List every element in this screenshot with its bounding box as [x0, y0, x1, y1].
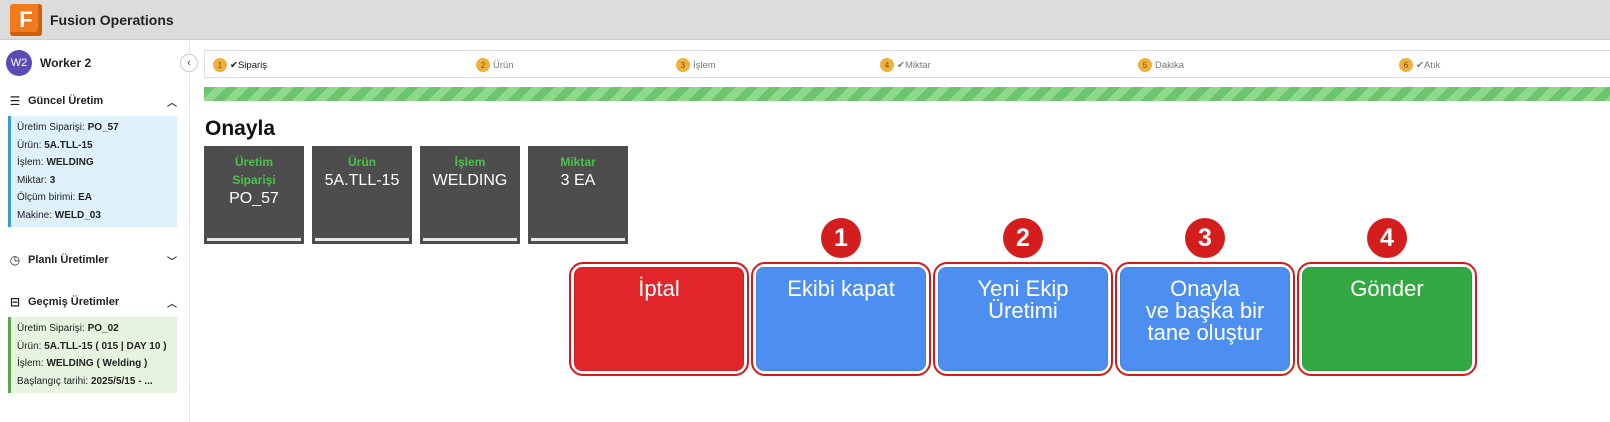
info-line: İşlem: WELDING — [17, 157, 94, 168]
step-quantity[interactable]: 4 ✔ Miktar — [880, 58, 931, 72]
card-label: Üretim Siparişi — [232, 155, 276, 187]
card-value: 5A.TLL-15 — [324, 172, 400, 189]
card-production-order: Üretim Siparişi PO_57 — [204, 146, 304, 244]
clock-icon: ◷ — [9, 253, 21, 267]
action-confirm-another: 3 Onayla ve başka bir tane oluştur — [1115, 218, 1295, 376]
card-value: WELDING — [432, 172, 508, 189]
info-line: Üretim Siparişi: PO_02 — [17, 323, 119, 334]
card-underline — [207, 238, 301, 241]
submit-button[interactable]: Gönder — [1302, 267, 1472, 371]
current-production-info: Üretim Siparişi: PO_57 Ürün: 5A.TLL-15 İ… — [8, 116, 177, 227]
new-team-production-button[interactable]: Yeni Ekip Üretimi — [938, 267, 1108, 371]
step-scrap[interactable]: 6 ✔ Atık — [1399, 58, 1440, 72]
card-quantity: Miktar 3 EA — [528, 146, 628, 244]
check-icon: ✔ — [1416, 59, 1424, 71]
app-header: F Fusion Operations — [0, 0, 1610, 40]
step-label: Sipariş — [237, 59, 268, 71]
action-cancel: İptal — [569, 262, 749, 376]
step-badge: 2 — [1003, 218, 1043, 258]
action-new-team: 2 Yeni Ekip Üretimi — [933, 218, 1113, 376]
section-planned-productions[interactable]: ◷ Planlı Üretimler ﹀ — [0, 249, 189, 271]
sidebar: W2 Worker 2 ☰ Güncel Üretim ︿ Üretim Sip… — [0, 40, 190, 422]
step-label: İşlem — [693, 59, 716, 71]
info-line: İşlem: WELDING ( Welding ) — [17, 358, 148, 369]
step-order[interactable]: 1 ✔ Sipariş — [213, 58, 267, 72]
card-value: 3 EA — [560, 172, 596, 189]
step-operation[interactable]: 3 İşlem — [676, 58, 716, 72]
card-underline — [423, 238, 517, 241]
step-number: 1 — [213, 58, 227, 72]
step-number: 4 — [880, 58, 894, 72]
info-line: Ürün: 5A.TLL-15 ( 015 | DAY 10 ) — [17, 340, 167, 352]
user-name: Worker 2 — [40, 56, 92, 70]
step-product[interactable]: 2 Ürün — [476, 58, 514, 72]
step-badge: 1 — [821, 218, 861, 258]
card-label: Ürün — [348, 155, 376, 169]
card-underline — [531, 238, 625, 241]
summary-cards: Üretim Siparişi PO_57 Ürün 5A.TLL-15 İşl… — [204, 146, 628, 244]
action-submit: 4 Gönder — [1297, 218, 1477, 376]
info-line: Ürün: 5A.TLL-15 — [17, 139, 93, 151]
card-operation: İşlem WELDING — [420, 146, 520, 244]
info-line: Başlangıç tarihi: 2025/5/15 - ... — [17, 375, 153, 387]
step-label: Miktar — [904, 59, 931, 71]
logo-letter: F — [19, 6, 33, 32]
step-number: 6 — [1399, 58, 1413, 72]
step-minutes[interactable]: 5 Dakika — [1138, 58, 1184, 72]
card-underline — [315, 238, 409, 241]
close-team-button[interactable]: Ekibi kapat — [756, 267, 926, 371]
page-title: Onayla — [205, 117, 276, 140]
app-logo: F — [10, 3, 42, 36]
sidebar-collapse-button[interactable]: ‹ — [180, 54, 198, 72]
user-profile[interactable]: W2 Worker 2 — [0, 40, 189, 86]
chevron-up-icon[interactable]: ︿ — [167, 94, 177, 109]
step-label: Atık — [1423, 59, 1441, 71]
check-icon: ✔ — [230, 59, 238, 71]
step-label: Ürün — [493, 59, 514, 71]
past-production-info[interactable]: Üretim Siparişi: PO_02 Ürün: 5A.TLL-15 (… — [8, 317, 177, 393]
card-label: Miktar — [560, 155, 596, 169]
step-badge: 3 — [1185, 218, 1225, 258]
step-number: 2 — [476, 58, 490, 72]
avatar: W2 — [6, 50, 32, 76]
archive-icon: ⊟ — [9, 295, 21, 309]
step-number: 5 — [1138, 58, 1152, 72]
info-line: Makine: WELD_03 — [17, 209, 101, 221]
step-number: 3 — [676, 58, 690, 72]
section-title: Geçmiş Üretimler — [28, 296, 120, 308]
card-value: PO_57 — [229, 190, 279, 207]
info-line: Üretim Siparişi: PO_57 — [17, 122, 119, 133]
section-current-production[interactable]: ☰ Güncel Üretim ︿ — [0, 90, 189, 112]
step-progress-bar: 1 ✔ Sipariş 2 Ürün 3 İşlem 4 ✔ Miktar 5 … — [204, 50, 1610, 78]
section-title: Planlı Üretimler — [28, 254, 109, 266]
progress-stripe — [204, 87, 1610, 101]
menu-icon: ☰ — [9, 94, 21, 108]
card-product: Ürün 5A.TLL-15 — [312, 146, 412, 244]
check-icon: ✔ — [897, 59, 905, 71]
app-title: Fusion Operations — [50, 11, 174, 28]
step-label: Dakika — [1155, 59, 1185, 71]
info-line: Ölçüm birimi: EA — [17, 192, 93, 203]
confirm-and-create-another-button[interactable]: Onayla ve başka bir tane oluştur — [1120, 267, 1290, 371]
section-past-productions[interactable]: ⊟ Geçmiş Üretimler ︿ — [0, 291, 189, 313]
action-close-team: 1 Ekibi kapat — [751, 218, 931, 376]
chevron-down-icon[interactable]: ﹀ — [167, 253, 177, 268]
section-title: Güncel Üretim — [28, 95, 104, 107]
info-line: Miktar: 3 — [17, 174, 56, 186]
cancel-button[interactable]: İptal — [574, 267, 744, 371]
action-buttons: İptal 1 Ekibi kapat 2 Yeni Ekip Üretimi … — [569, 218, 1477, 376]
chevron-up-icon[interactable]: ︿ — [167, 295, 177, 310]
card-label: İşlem — [454, 155, 486, 169]
step-badge: 4 — [1367, 218, 1407, 258]
